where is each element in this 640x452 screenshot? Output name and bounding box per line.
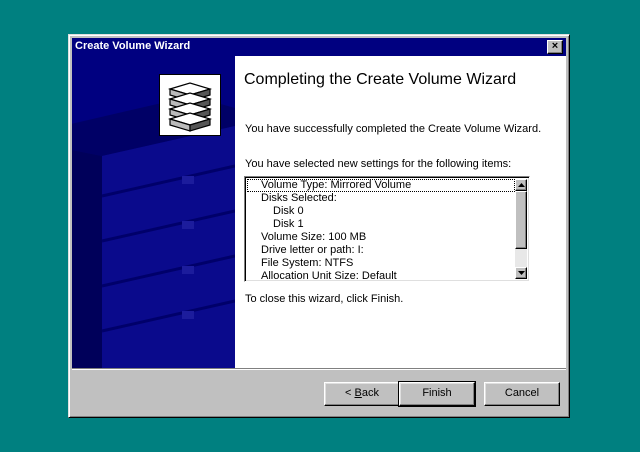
scroll-up-button[interactable]	[515, 179, 527, 191]
wizard-heading: Completing the Create Volume Wizard	[244, 71, 517, 88]
settings-list-item: Allocation Unit Size: Default	[261, 270, 397, 279]
cancel-button[interactable]: Cancel	[484, 382, 560, 406]
wizard-sidebar	[72, 56, 235, 368]
settings-list-item: Drive letter or path: I:	[261, 244, 364, 256]
window-title: Create Volume Wizard	[75, 40, 191, 52]
settings-intro: You have selected new settings for the f…	[245, 158, 512, 170]
settings-list-items: Volume Type: Mirrored Volume Disks Select…	[247, 179, 515, 279]
back-button-mnemonic: B	[354, 387, 362, 399]
back-button-prefix: <	[345, 387, 355, 399]
close-icon: ×	[551, 40, 559, 52]
arrow-down-icon	[518, 271, 525, 275]
button-area-divider	[72, 368, 566, 370]
arrow-up-icon	[518, 183, 525, 187]
settings-list-item: File System: NTFS	[261, 257, 354, 269]
vertical-scrollbar[interactable]	[515, 179, 527, 279]
scroll-down-button[interactable]	[515, 267, 527, 279]
stacked-disks-icon	[159, 74, 221, 136]
settings-list-item: Disks Selected:	[261, 192, 337, 204]
finish-button[interactable]: Finish	[398, 381, 476, 407]
title-bar[interactable]: Create Volume Wizard ×	[72, 38, 566, 56]
settings-list-item: Disk 1	[273, 218, 304, 230]
settings-list-item: Disk 0	[273, 205, 304, 217]
back-button[interactable]: < Back	[324, 382, 400, 406]
settings-list-item: Volume Size: 100 MB	[261, 231, 367, 243]
success-text: You have successfully completed the Crea…	[245, 123, 542, 135]
scrollbar-thumb[interactable]	[515, 191, 527, 249]
settings-summary-list[interactable]: Volume Type: Mirrored Volume Disks Select…	[244, 176, 530, 282]
create-volume-wizard-window: Create Volume Wizard × Completing the Cr…	[68, 34, 570, 418]
settings-list-item: Volume Type: Mirrored Volume	[247, 179, 515, 192]
close-instruction: To close this wizard, click Finish.	[245, 293, 404, 305]
wizard-page: Completing the Create Volume Wizard You …	[72, 56, 566, 368]
close-button[interactable]: ×	[547, 40, 563, 54]
back-button-label-rest: ack	[361, 387, 379, 399]
